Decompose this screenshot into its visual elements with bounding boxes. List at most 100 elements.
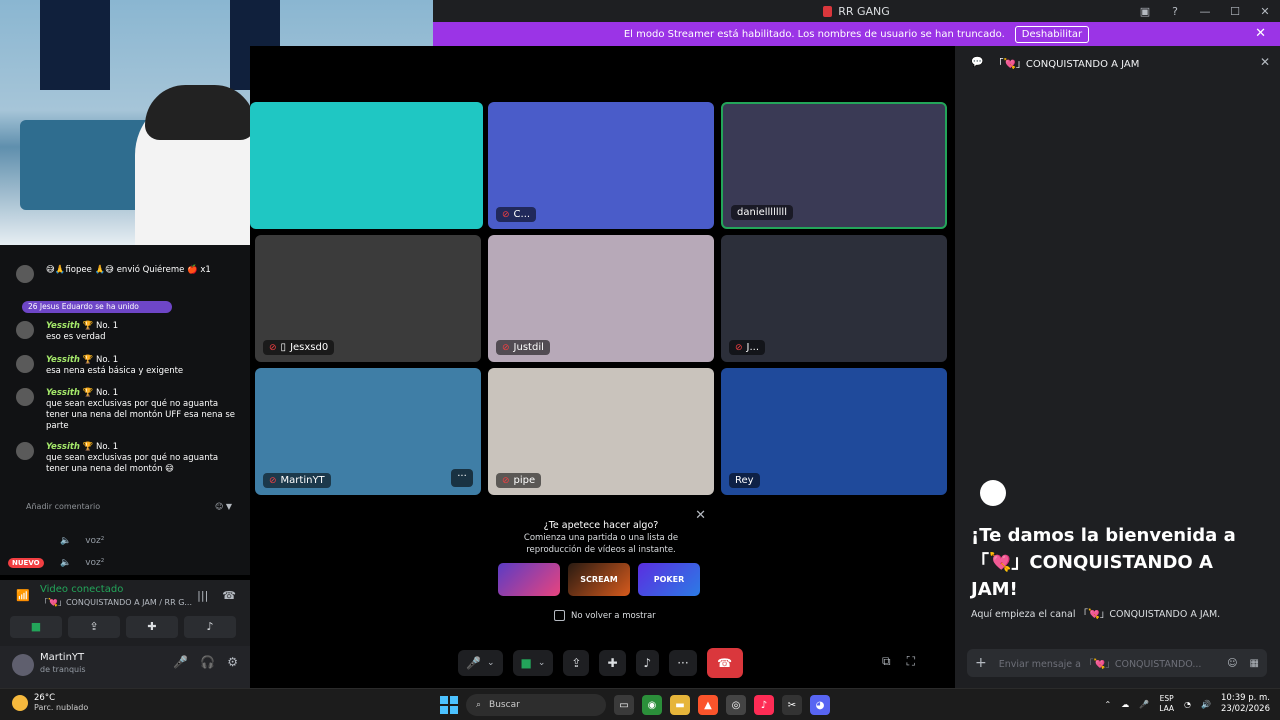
popout-icon[interactable]: ⧉ — [882, 654, 891, 669]
banner-text: El modo Streamer está habilitado. Los no… — [623, 28, 1005, 40]
wifi-icon[interactable]: ◔ — [1184, 700, 1191, 709]
participant-tile[interactable]: ⊘ J... — [721, 235, 947, 362]
close-button[interactable]: ✕ — [1250, 5, 1280, 18]
mic-muted-icon: ⊘ — [502, 209, 510, 220]
voice-connected-panel: 📶 Video conectado 「💘」CONQUISTANDO A JAM … — [0, 580, 250, 646]
fullscreen-icon[interactable]: ⛶ — [907, 654, 915, 669]
maximize-button[interactable]: ☐ — [1220, 5, 1250, 18]
windows-taskbar: 26°C Parc. nublado ⌕ Buscar ▭ ◉ ▬ ▲ ◎ ♪ ✂… — [0, 688, 1280, 720]
leave-call-button[interactable]: ☎ — [706, 648, 743, 678]
more-options-icon[interactable]: ··· — [451, 469, 473, 487]
voice-user-row[interactable]: 🔈 voz² — [60, 558, 104, 568]
voice-label: voz² — [85, 558, 105, 568]
activities-button[interactable]: ✚ — [126, 616, 178, 638]
mic-muted-icon: ⊘ — [269, 475, 277, 486]
chevron-up-icon[interactable]: ⌃ — [1105, 700, 1112, 709]
mute-button[interactable]: 🎤 ⌄ — [458, 650, 503, 676]
participant-tile[interactable]: ⊘ Justdil — [488, 235, 714, 362]
chrome-icon[interactable]: ◉ — [642, 695, 662, 715]
minimize-button[interactable]: — — [1190, 5, 1220, 18]
signal-icon[interactable]: 📶 — [16, 589, 30, 602]
voice-channel[interactable]: 「💘」CONQUISTANDO A JAM / RR G... — [40, 597, 192, 608]
voice-status[interactable]: Video conectado — [40, 584, 123, 595]
more-button[interactable]: ··· — [669, 650, 697, 676]
avatar[interactable] — [12, 654, 34, 676]
task-view-icon[interactable]: ▭ — [614, 695, 634, 715]
dont-show-again-checkbox[interactable]: No volver a mostrar — [554, 610, 656, 621]
apps-icon[interactable]: ▦ — [1250, 658, 1259, 669]
soundboard-button[interactable]: ♪ — [184, 616, 236, 638]
avatar — [16, 355, 34, 373]
screen-share-button[interactable]: ⇪ — [563, 650, 590, 676]
user-panel: MartinYT de tranquis 🎤 🎧 ⚙ — [0, 646, 250, 688]
gift-message: 😅🙏fiopee 🙏😅 envió Quiéreme 🍎 x1 — [16, 265, 238, 283]
taskbar-search[interactable]: ⌕ Buscar — [466, 694, 606, 716]
user-status: de tranquis — [40, 665, 86, 674]
help-icon[interactable]: ? — [1160, 5, 1190, 18]
participant-tile[interactable]: ⊘ pipe — [488, 368, 714, 495]
system-tray: ⌃ ☁ 🎤 ESP LAA ◔ 🔊 10:39 p. m. 23/02/2026 — [1105, 693, 1270, 715]
new-badge: NUEVO — [8, 558, 44, 568]
start-button[interactable] — [440, 696, 458, 714]
game-tile[interactable]: SCREAM — [568, 563, 630, 596]
disconnect-icon[interactable]: ☎ — [222, 589, 236, 602]
chat-bubble-icon — [980, 480, 1006, 506]
channel-name: 「💘」CONQUISTANDO A JAM — [993, 58, 1140, 70]
clock[interactable]: 10:39 p. m. 23/02/2026 — [1221, 693, 1270, 715]
game-tile[interactable] — [498, 563, 560, 596]
avatar — [16, 265, 34, 283]
participant-tile[interactable]: ⊘ ▯ Jesxsd0 — [255, 235, 481, 362]
mic-icon[interactable]: 🎤 — [1139, 700, 1149, 709]
join-highlight: 26 Jesus Eduardo se ha unido — [22, 301, 172, 313]
obs-icon[interactable]: ◎ — [726, 695, 746, 715]
text-chat-panel: 💬 「💘」CONQUISTANDO A JAM ✕ ¡Te damos la b… — [955, 46, 1280, 688]
tiktok-icon[interactable]: ♪ — [754, 695, 774, 715]
mic-muted-icon: ⊘ — [735, 342, 743, 353]
folder-icon[interactable]: ▬ — [670, 695, 690, 715]
screen-share-button[interactable]: ⇪ — [68, 616, 120, 638]
capcut-icon[interactable]: ✂ — [782, 695, 802, 715]
emoji-icon[interactable]: ☺ ▼ — [215, 499, 232, 515]
language-indicator[interactable]: ESP LAA — [1159, 694, 1174, 714]
participant-tile[interactable]: Rey — [721, 368, 947, 495]
username[interactable]: MartinYT — [40, 652, 84, 663]
voice-label: voz² — [85, 536, 105, 546]
mic-muted-icon[interactable]: 🎤 — [173, 655, 188, 669]
close-icon[interactable]: ✕ — [1255, 26, 1266, 41]
participant-tile[interactable]: ⊘ C... — [488, 102, 714, 229]
discord-icon[interactable]: ◕ — [810, 695, 830, 715]
activities-button[interactable]: ✚ — [599, 650, 626, 676]
mic-muted-icon: ⊘ — [502, 342, 510, 353]
emoji-icon[interactable]: ☺ — [1227, 658, 1237, 669]
camera-button[interactable]: ■ — [10, 616, 62, 638]
soundboard-button[interactable]: ♪ — [635, 650, 660, 676]
activity-popup: ✕ ¿Te apetece hacer algo? Comienza una p… — [488, 504, 714, 629]
weather-widget[interactable]: 26°C Parc. nublado — [12, 693, 88, 712]
call-controls: 🎤 ⌄ ■ ⌄ ⇪ ✚ ♪ ··· ☎ — [458, 648, 743, 678]
participant-tile[interactable] — [250, 102, 483, 229]
voice-user-row[interactable]: 🔈 voz² — [60, 536, 104, 546]
gear-icon[interactable]: ⚙ — [227, 655, 238, 669]
network-icon[interactable]: ☁ — [1121, 700, 1129, 709]
game-tile[interactable]: POKER — [638, 563, 700, 596]
volume-icon[interactable]: 🔊 — [1201, 700, 1211, 709]
inbox-icon[interactable]: ▣ — [1130, 5, 1160, 18]
brave-icon[interactable]: ▲ — [698, 695, 718, 715]
participant-tile[interactable]: daniellllllll — [721, 102, 947, 229]
channel-description: Aquí empieza el canal 「💘」CONQUISTANDO A … — [971, 609, 1221, 620]
message-input[interactable]: + Enviar mensaje a 「💘」CONQUISTANDO... ☺ … — [967, 649, 1267, 677]
weather-icon — [12, 694, 28, 711]
add-attachment-icon[interactable]: + — [975, 655, 987, 671]
participant-tile[interactable]: ⊘ MartinYT ··· — [255, 368, 481, 495]
search-icon: ⌕ — [476, 700, 482, 710]
chat-message: Yessith 🏆 No. 1 eso es verdad — [16, 321, 238, 343]
avatar — [16, 388, 34, 406]
comment-input[interactable]: Añadir comentario ☺ ▼ — [18, 499, 236, 515]
headphones-icon[interactable]: 🎧 — [200, 655, 215, 669]
noise-suppression-icon[interactable]: ||| — [197, 589, 208, 602]
disable-streamer-button[interactable]: Deshabilitar — [1014, 25, 1090, 43]
close-icon[interactable]: ✕ — [1260, 55, 1270, 69]
camera-button[interactable]: ■ ⌄ — [512, 650, 554, 676]
chat-bubble-icon: 💬 — [971, 56, 984, 68]
chat-message: Yessith 🏆 No. 1 que sean exclusivas por q… — [16, 442, 238, 475]
